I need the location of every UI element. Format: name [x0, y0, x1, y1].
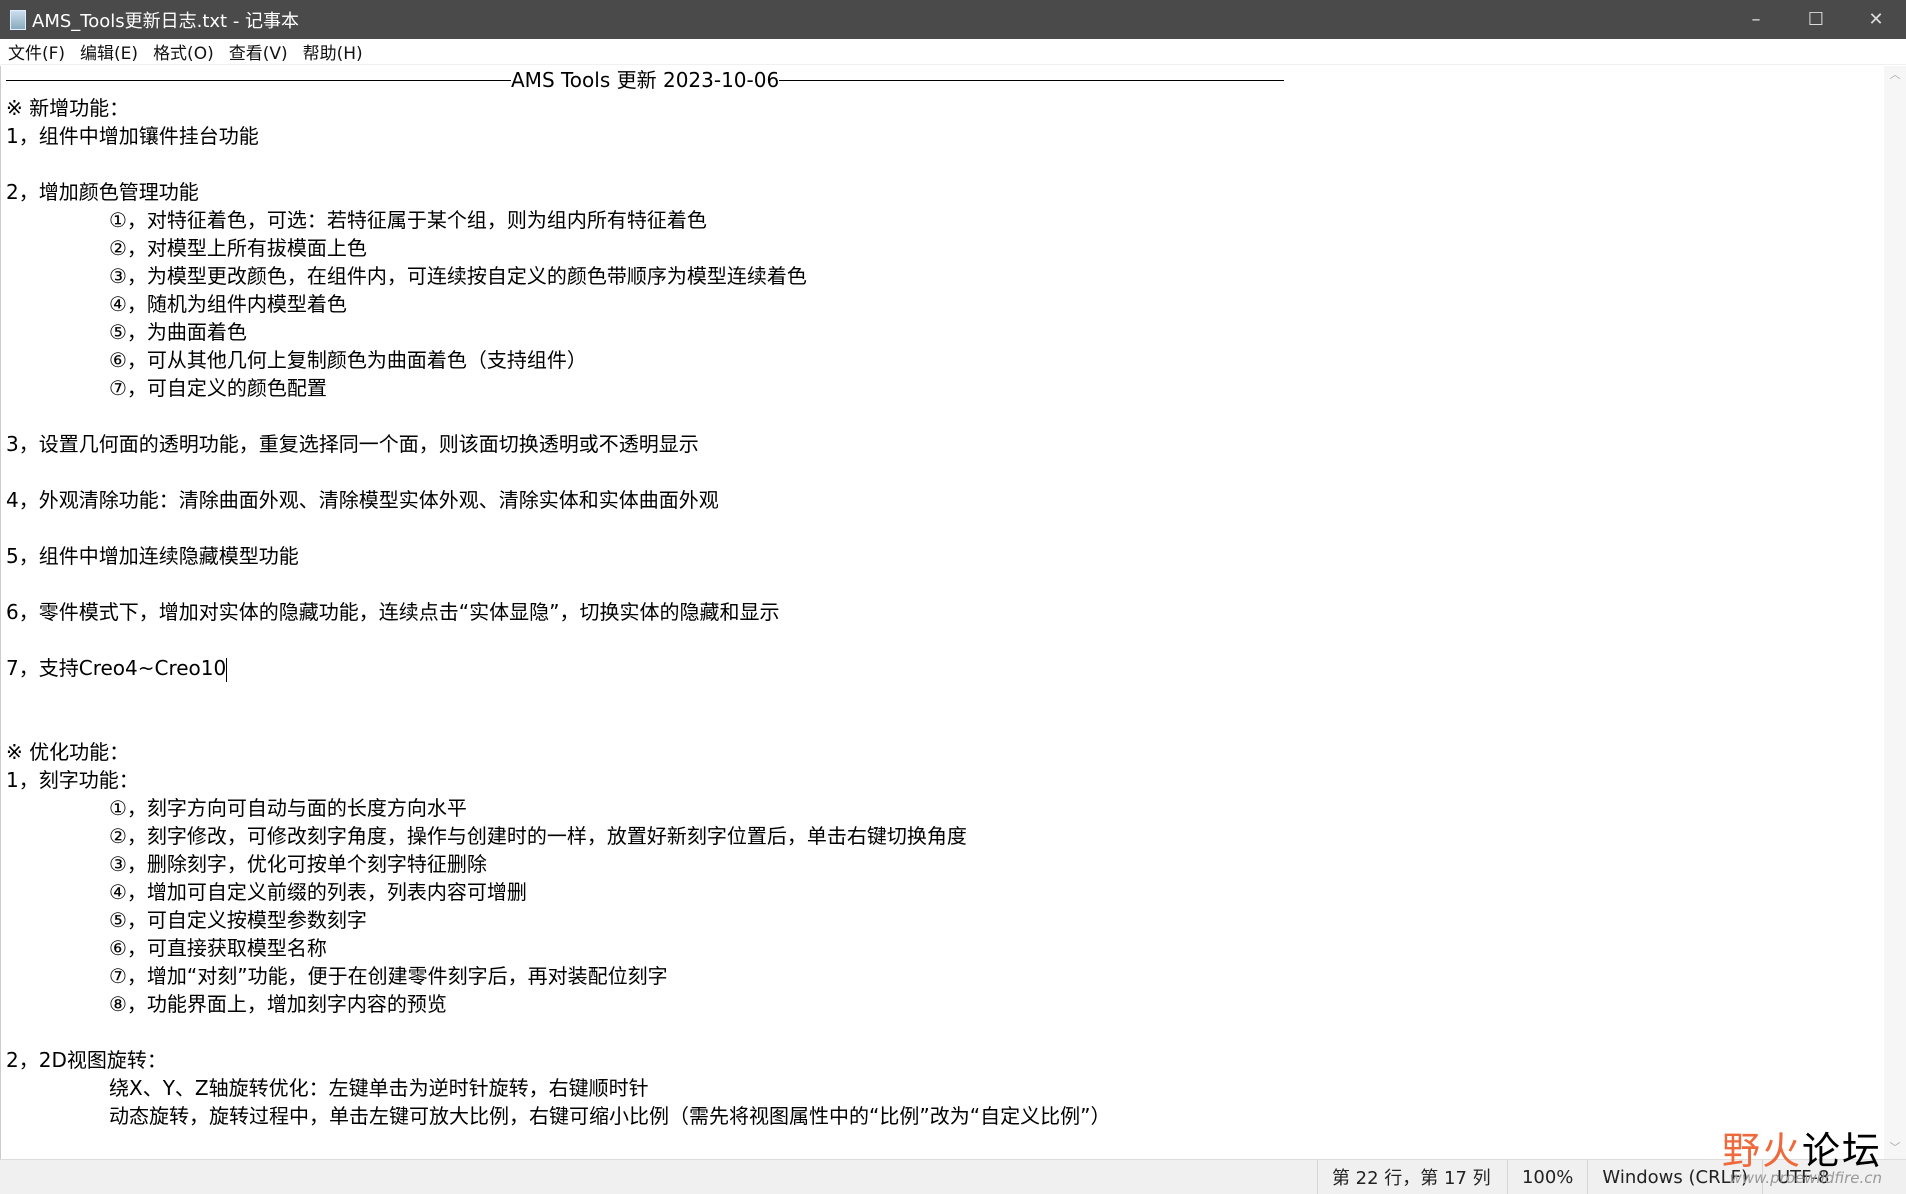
maximize-button[interactable]: ☐: [1786, 0, 1846, 39]
text-line: [1, 402, 1884, 430]
line-text: ⑥，可从其他几何上复制颜色为曲面着色（支持组件）: [109, 348, 587, 372]
line-text: ④，随机为组件内模型着色: [109, 292, 347, 316]
text-line: ⑤，为曲面着色: [1, 318, 1884, 346]
line-text: 5，组件中增加连续隐藏模型功能: [6, 544, 299, 568]
line-text: 2，2D视图旋转：: [6, 1048, 167, 1072]
text-line: [1, 682, 1884, 710]
zoom-level: 100%: [1506, 1160, 1587, 1194]
text-line: ①，对特征着色，可选：若特征属于某个组，则为组内所有特征着色: [1, 206, 1884, 234]
text-line: ⑧，功能界面上，增加刻字内容的预览: [1, 990, 1884, 1018]
text-editor[interactable]: AMS Tools 更新 2023-10-06 ※ 新增功能： 1，组件中增加镶件…: [0, 66, 1884, 1159]
menu-view[interactable]: 查看(V): [221, 39, 295, 64]
line-text: 4，外观清除功能：清除曲面外观、清除模型实体外观、清除实体和实体曲面外观: [6, 488, 719, 512]
text-line: ⑦，增加“对刻”功能，便于在创建零件刻字后，再对装配位刻字: [1, 962, 1884, 990]
line-text: ④，增加可自定义前缀的列表，列表内容可增删: [109, 880, 527, 904]
line-text: ⑧，功能界面上，增加刻字内容的预览: [109, 992, 447, 1016]
line-text: 绕X、Y、Z轴旋转优化：左键单击为逆时针旋转，右键顺时针: [109, 1076, 649, 1100]
status-bar: 第 22 行，第 17 列 100% Windows (CRLF) UTF-8: [0, 1159, 1906, 1194]
text-line: ※ 优化功能：: [1, 738, 1884, 766]
line-text: ①，刻字方向可自动与面的长度方向水平: [109, 796, 467, 820]
line-text: 动态旋转，旋转过程中，单击左键可放大比例，右键可缩小比例（需先将视图属性中的“比…: [109, 1104, 1111, 1128]
line-text: ⑥，可直接获取模型名称: [109, 936, 327, 960]
text-line: [1, 514, 1884, 542]
text-line: 动态旋转，旋转过程中，单击左键可放大比例，右键可缩小比例（需先将视图属性中的“比…: [1, 1102, 1884, 1130]
text-line: ④，随机为组件内模型着色: [1, 290, 1884, 318]
text-line: [1, 150, 1884, 178]
scroll-down-icon[interactable]: ﹀: [1884, 1139, 1906, 1159]
text-line: 5，组件中增加连续隐藏模型功能: [1, 542, 1884, 570]
line-text: ⑦，可自定义的颜色配置: [109, 376, 327, 400]
text-line: 1，组件中增加镶件挂台功能: [1, 122, 1884, 150]
divider: [6, 79, 511, 81]
line-ending: Windows (CRLF): [1587, 1160, 1762, 1194]
title-bar: AMS_Tools更新日志.txt - 记事本 – ☐ ✕: [0, 0, 1906, 39]
text-line: [1, 710, 1884, 738]
line-text: ②，对模型上所有拔模面上色: [109, 236, 367, 260]
menu-help[interactable]: 帮助(H): [295, 39, 370, 64]
text-line: ③，为模型更改颜色，在组件内，可连续按自定义的颜色带顺序为模型连续着色: [1, 262, 1884, 290]
cursor-position: 第 22 行，第 17 列: [1316, 1160, 1507, 1194]
text-line: ⑥，可直接获取模型名称: [1, 934, 1884, 962]
text-line: ※ 新增功能：: [1, 94, 1884, 122]
text-line: [1, 458, 1884, 486]
text-line: ②，刻字修改，可修改刻字角度，操作与创建时的一样，放置好新刻字位置后，单击右键切…: [1, 822, 1884, 850]
line-text: ⑦，增加“对刻”功能，便于在创建零件刻字后，再对装配位刻字: [109, 964, 668, 988]
text-line: ②，对模型上所有拔模面上色: [1, 234, 1884, 262]
encoding: UTF-8: [1762, 1160, 1882, 1194]
text-line: [1, 1018, 1884, 1046]
header-line: AMS Tools 更新 2023-10-06: [1, 66, 1884, 94]
text-line: 2，2D视图旋转：: [1, 1046, 1884, 1074]
text-line: [1, 626, 1884, 654]
text-line: ⑤，可自定义按模型参数刻字: [1, 906, 1884, 934]
text-line: ①，刻字方向可自动与面的长度方向水平: [1, 794, 1884, 822]
minimize-button[interactable]: –: [1726, 0, 1786, 39]
scroll-up-icon[interactable]: ︿: [1884, 66, 1906, 86]
line-text: ②，刻字修改，可修改刻字角度，操作与创建时的一样，放置好新刻字位置后，单击右键切…: [109, 824, 967, 848]
vertical-scrollbar[interactable]: ︿ ﹀: [1884, 66, 1906, 1159]
line-text: ⑤，可自定义按模型参数刻字: [109, 908, 367, 932]
text-line: 2，增加颜色管理功能: [1, 178, 1884, 206]
line-text: ※ 优化功能：: [6, 740, 130, 764]
menu-edit[interactable]: 编辑(E): [72, 39, 145, 64]
text-line: 7，支持Creo4~Creo10: [1, 654, 1884, 682]
menu-file[interactable]: 文件(F): [0, 39, 72, 64]
line-text: 1，组件中增加镶件挂台功能: [6, 124, 259, 148]
text-line: 3，设置几何面的透明功能，重复选择同一个面，则该面切换透明或不透明显示: [1, 430, 1884, 458]
line-text: 6，零件模式下，增加对实体的隐藏功能，连续点击“实体显隐”，切换实体的隐藏和显示: [6, 600, 780, 624]
menu-format[interactable]: 格式(O): [145, 39, 221, 64]
line-text: 2，增加颜色管理功能: [6, 180, 199, 204]
line-text: 3，设置几何面的透明功能，重复选择同一个面，则该面切换透明或不透明显示: [6, 432, 699, 456]
text-line: 绕X、Y、Z轴旋转优化：左键单击为逆时针旋转，右键顺时针: [1, 1074, 1884, 1102]
text-line: 1，刻字功能：: [1, 766, 1884, 794]
text-line: ⑥，可从其他几何上复制颜色为曲面着色（支持组件）: [1, 346, 1884, 374]
notepad-icon: [10, 9, 26, 30]
line-text: ※ 新增功能：: [6, 96, 130, 120]
close-button[interactable]: ✕: [1846, 0, 1906, 39]
line-text: ③，为模型更改颜色，在组件内，可连续按自定义的颜色带顺序为模型连续着色: [109, 264, 807, 288]
text-line: 6，零件模式下，增加对实体的隐藏功能，连续点击“实体显隐”，切换实体的隐藏和显示: [1, 598, 1884, 626]
line-text: ③，删除刻字，优化可按单个刻字特征删除: [109, 852, 487, 876]
text-line: ④，增加可自定义前缀的列表，列表内容可增删: [1, 878, 1884, 906]
text-cursor: [226, 657, 228, 682]
line-text: ⑤，为曲面着色: [109, 320, 247, 344]
text-line: ③，删除刻字，优化可按单个刻字特征删除: [1, 850, 1884, 878]
text-line: [1, 570, 1884, 598]
divider: [779, 79, 1285, 81]
line-text: 7，支持Creo4~Creo10: [6, 656, 227, 680]
text-line: 4，外观清除功能：清除曲面外观、清除模型实体外观、清除实体和实体曲面外观: [1, 486, 1884, 514]
window-title: AMS_Tools更新日志.txt - 记事本: [32, 10, 300, 32]
menu-bar: 文件(F) 编辑(E) 格式(O) 查看(V) 帮助(H): [0, 39, 1906, 65]
line-text: ①，对特征着色，可选：若特征属于某个组，则为组内所有特征着色: [109, 208, 707, 232]
header-text: AMS Tools 更新 2023-10-06: [511, 68, 780, 92]
line-text: 1，刻字功能：: [6, 768, 139, 792]
text-line: ⑦，可自定义的颜色配置: [1, 374, 1884, 402]
